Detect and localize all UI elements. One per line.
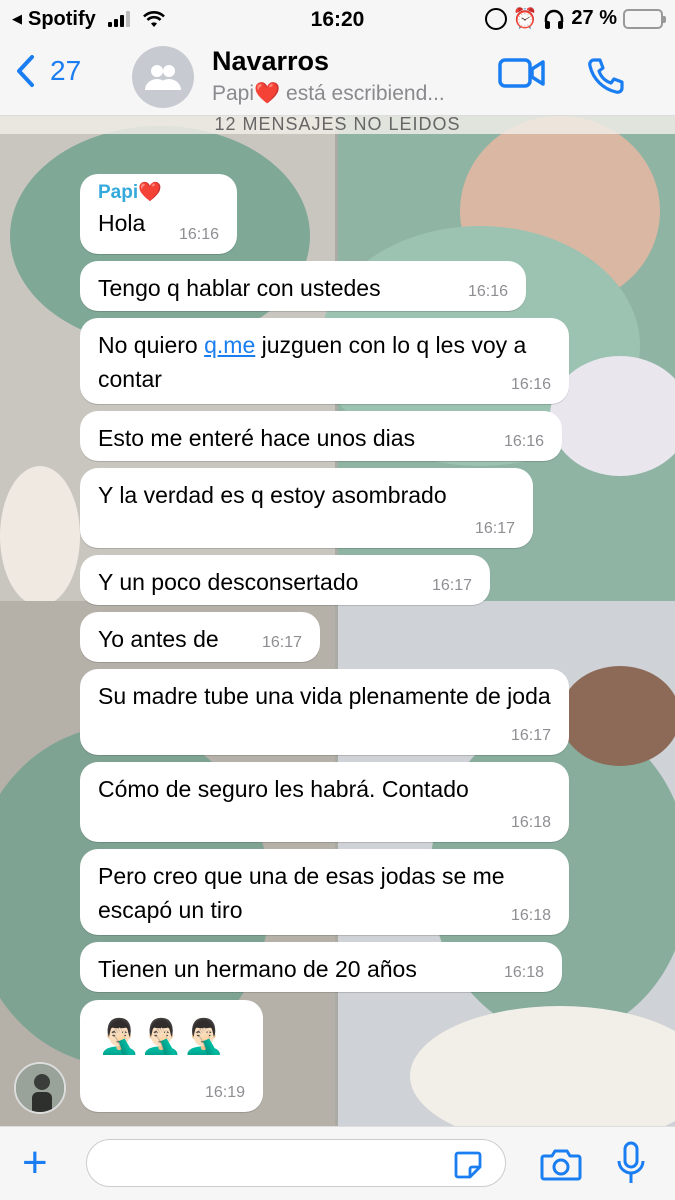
chat-area[interactable]: 12 MENSAJES NO LEIDOS Papi❤️ Hola 16:16 … — [0, 116, 675, 1126]
message-bubble[interactable]: No quiero q.me juzguen con lo q les voy … — [80, 318, 569, 404]
message-bubble[interactable]: Su madre tube una vida plenamente de jod… — [80, 669, 569, 755]
message-time: 16:17 — [474, 520, 515, 537]
battery-icon — [623, 8, 666, 29]
group-icon — [145, 65, 181, 90]
message-time: 16:16 — [503, 433, 544, 450]
sticker-icon[interactable] — [452, 1149, 484, 1181]
back-button[interactable]: 27 — [14, 54, 81, 88]
message-bubble[interactable]: Esto me enteré hace unos dias 16:16 — [80, 411, 562, 461]
message-text: Yo antes de — [98, 626, 219, 652]
message-time: 16:16 — [510, 376, 551, 393]
message-bubble[interactable]: Y la verdad es q estoy asombrado 16:17 — [80, 468, 533, 548]
alarm-icon: ⏰ — [512, 8, 538, 30]
message-bubble[interactable]: Cómo de seguro les habrá. Contado 16:18 — [80, 762, 569, 842]
screen-lock-icon — [484, 7, 507, 30]
message-time: 16:18 — [510, 814, 551, 831]
message-text: Tienen un hermano de 20 años — [98, 956, 417, 982]
chat-title[interactable]: Navarros — [212, 46, 329, 77]
chevron-left-icon — [17, 55, 34, 87]
unread-chats-count: 27 — [50, 55, 82, 86]
message-bubble[interactable]: Yo antes de 16:17 — [80, 612, 320, 662]
camera-icon[interactable] — [540, 1147, 582, 1181]
message-bubble[interactable]: Tienen un hermano de 20 años 16:18 — [80, 942, 562, 992]
facepalm-emoji-text: 🤦🏻‍♂️🤦🏻‍♂️🤦🏻‍♂️ — [98, 1018, 226, 1056]
message-text: Hola — [98, 210, 146, 236]
message-text: Esto me enteré hace unos dias — [98, 425, 416, 451]
message-time: 16:17 — [261, 634, 302, 651]
message-time: 16:17 — [431, 577, 472, 594]
typing-status: Papi❤️ está escribiend... — [212, 82, 445, 105]
composer-bar: + — [0, 1126, 675, 1200]
message-time: 16:18 — [503, 964, 544, 981]
microphone-icon[interactable] — [616, 1141, 646, 1185]
message-input[interactable] — [86, 1139, 506, 1187]
message-bubble[interactable]: Papi❤️ Hola 16:16 — [80, 174, 237, 254]
battery-percent: 27 % — [571, 7, 617, 29]
message-bubble[interactable]: 🤦🏻‍♂️🤦🏻‍♂️🤦🏻‍♂️ 16:19 — [80, 1000, 263, 1112]
message-text-start: No quiero — [98, 332, 205, 358]
message-bubble[interactable]: Pero creo que una de esas jodas se me es… — [80, 849, 569, 935]
message-text: Pero creo que una de esas jodas se me es… — [98, 863, 505, 923]
chat-header: 27 Navarros Papi❤️ está escribiend... — [0, 38, 675, 116]
message-text: Cómo de seguro les habrá. Contado — [98, 776, 469, 802]
phone-icon[interactable] — [586, 56, 626, 96]
sender-avatar[interactable] — [14, 1062, 66, 1114]
message-bubble[interactable]: Y un poco desconsertado 16:17 — [80, 555, 490, 605]
unread-messages-banner: 12 MENSAJES NO LEIDOS — [0, 116, 675, 134]
plus-icon[interactable]: + — [22, 1141, 48, 1185]
status-right: ⏰ 27 % — [484, 6, 666, 31]
message-time: 16:16 — [467, 283, 508, 300]
message-bubble[interactable]: Tengo q hablar con ustedes 16:16 — [80, 261, 526, 311]
message-text: Y un poco desconsertado — [98, 569, 359, 595]
sender-name: Papi❤️ — [98, 182, 162, 203]
message-text: Tengo q hablar con ustedes — [98, 275, 381, 301]
message-time: 16:16 — [178, 226, 219, 243]
message-link[interactable]: q.me — [204, 332, 255, 358]
message-time: 16:17 — [510, 727, 551, 744]
video-camera-icon[interactable] — [498, 56, 546, 90]
message-text: Su madre tube una vida plenamente de jod… — [98, 683, 551, 709]
group-avatar[interactable] — [132, 46, 194, 108]
message-time: 16:18 — [510, 907, 551, 924]
message-time: 16:19 — [204, 1084, 245, 1101]
message-text: Y la verdad es q estoy asombrado — [98, 482, 447, 508]
headphones-icon — [545, 9, 564, 29]
status-bar: ◀ Spotify 16:20 ⏰ 27 % — [0, 0, 675, 38]
